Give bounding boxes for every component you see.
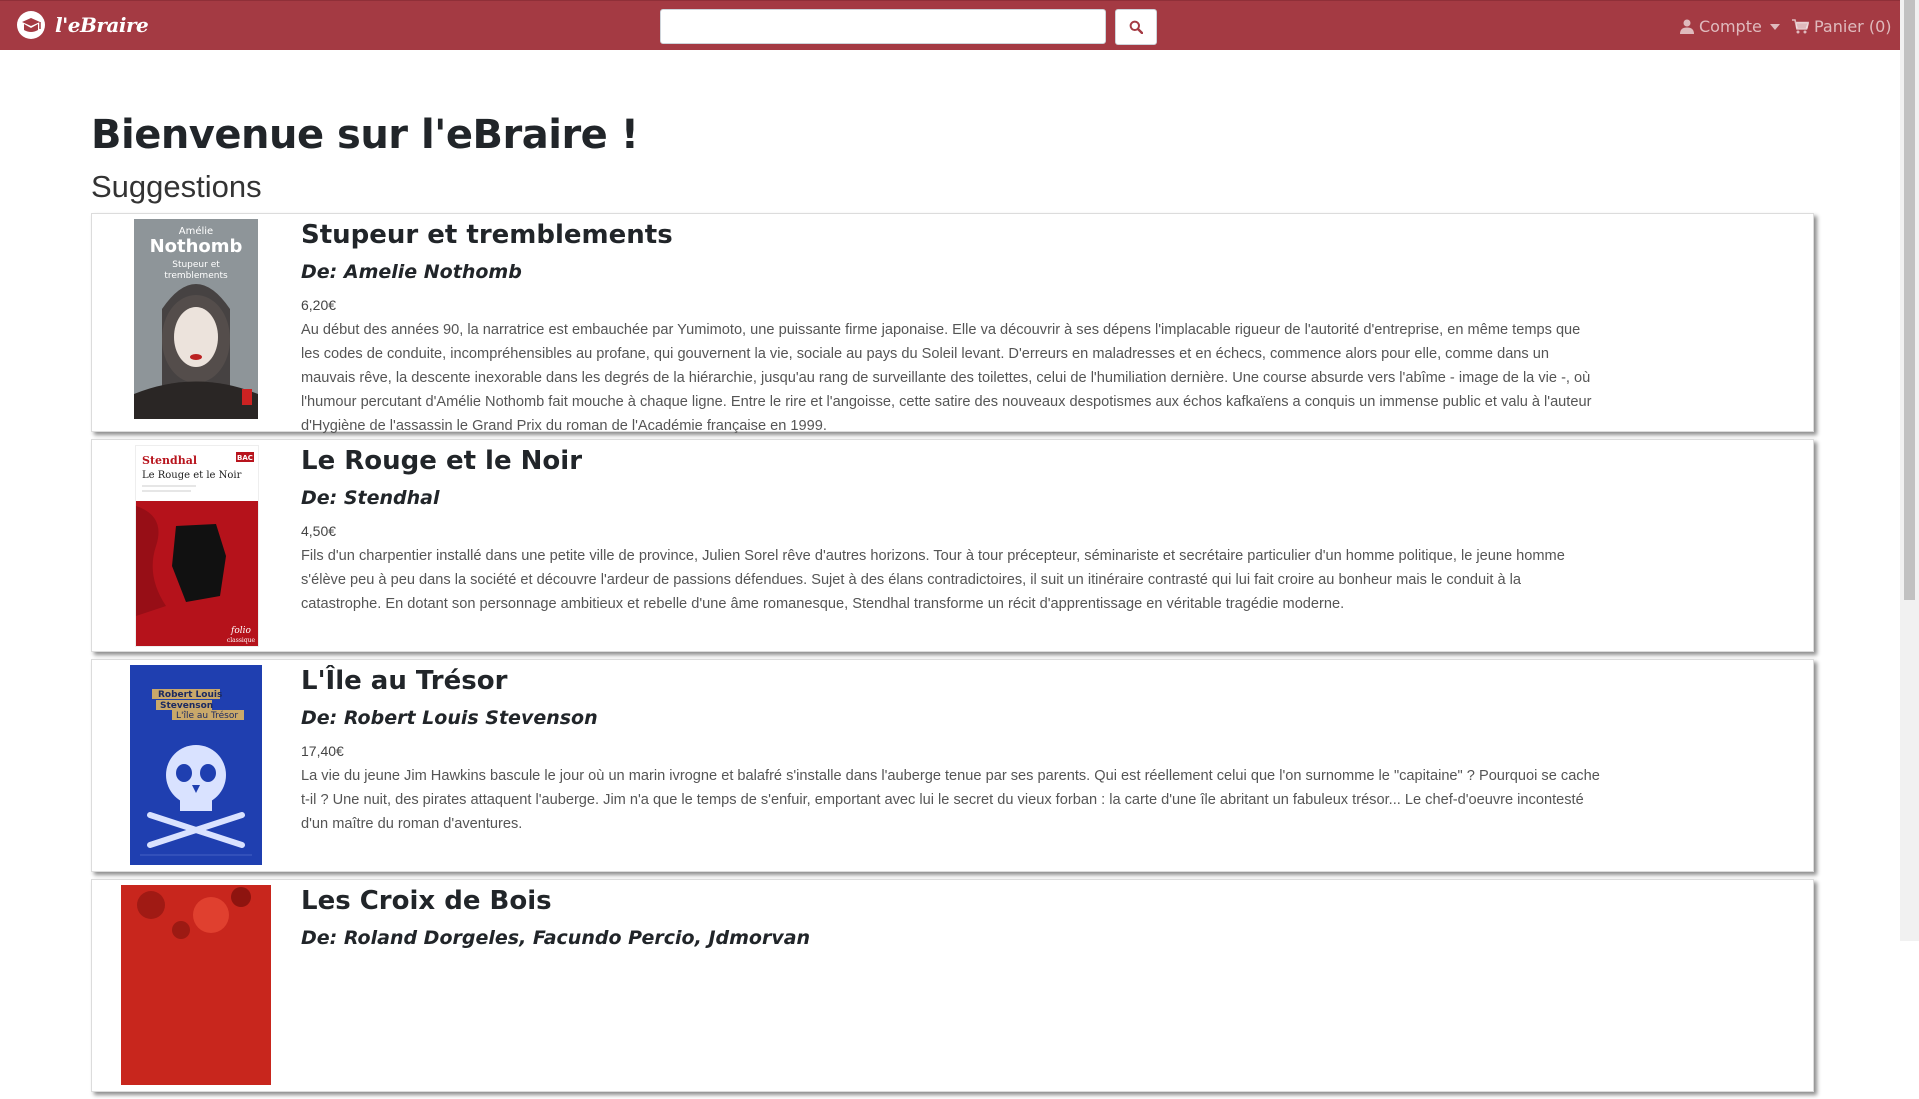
book-cover-image[interactable]: Robert Louis Stevenson L'île au Trésor [130,665,262,865]
cover-title-text: Le Rouge et le Noir [142,470,242,481]
cart-link[interactable]: Panier (0) [1792,17,1892,36]
book-info: L'Île au Trésor De: Robert Louis Stevens… [301,660,1601,836]
book-info: Le Rouge et le Noir De: Stendhal 4,50€ F… [301,440,1601,616]
book-card[interactable]: Stendhal Le Rouge et le Noir BAC folio c… [91,439,1814,652]
book-list: Amélie Nothomb Stupeur et tremblements S… [91,213,1814,1099]
svg-text:classique: classique [227,637,256,644]
search-icon [1129,20,1143,34]
book-title[interactable]: Les Croix de Bois [301,883,1601,919]
page-title: Bienvenue sur l'eBraire ! [91,112,639,158]
cover-author-text: Stendhal [142,454,197,467]
svg-text:Stupeur et: Stupeur et [172,260,220,270]
book-title[interactable]: Stupeur et tremblements [301,217,1601,253]
book-author: De: Robert Louis Stevenson [301,707,598,729]
book-description: La vie du jeune Jim Hawkins bascule le j… [301,768,1600,832]
book-author: De: Amelie Nothomb [301,261,522,283]
cover-art-ile-tresor: Robert Louis Stevenson L'île au Trésor [130,665,262,865]
book-description: Au début des années 90, la narratrice es… [301,322,1592,434]
svg-text:L'île au Trésor: L'île au Trésor [176,710,238,721]
book-title[interactable]: Le Rouge et le Noir [301,443,1601,479]
book-logo-icon [17,11,45,39]
book-description: Fils d'un charpentier installé dans une … [301,548,1565,612]
book-card[interactable]: Amélie Nothomb Stupeur et tremblements S… [91,213,1814,434]
book-cover-image[interactable]: Amélie Nothomb Stupeur et tremblements [134,219,258,419]
section-title: Suggestions [91,169,262,204]
search-button[interactable] [1115,9,1157,45]
top-navbar: l'eBraire Compte Panier (0) [0,0,1900,50]
cart-icon [1792,19,1809,34]
user-icon [1680,19,1694,34]
book-info: Stupeur et tremblements De: Amelie Notho… [301,214,1601,438]
book-info: Les Croix de Bois De: Roland Dorgeles, F… [301,880,1601,951]
book-title[interactable]: L'Île au Trésor [301,663,1601,699]
svg-text:Robert Louis: Robert Louis [158,690,222,700]
cart-label: Panier (0) [1814,17,1892,36]
book-author: De: Roland Dorgeles, Facundo Percio, Jdm… [301,927,811,949]
book-author: De: Stendhal [301,487,440,509]
cover-art-rouge-noir: Stendhal Le Rouge et le Noir BAC folio c… [136,446,258,646]
brand-name: l'eBraire [55,13,149,37]
book-card[interactable]: Les Croix de Bois De: Roland Dorgeles, F… [91,879,1814,1092]
book-price: 17,40€ [301,743,344,759]
chevron-down-icon [1769,23,1780,30]
cover-name-text: Nothomb [150,236,243,257]
svg-text:folio: folio [230,626,252,636]
page-scrollbar[interactable] [1900,0,1919,941]
book-price: 4,50€ [301,523,337,539]
scrollbar-thumb[interactable] [1904,0,1915,600]
book-cover-image[interactable] [121,885,271,1085]
account-label: Compte [1699,17,1762,36]
cover-art-stupeur: Amélie Nothomb Stupeur et tremblements [134,219,258,419]
svg-text:BAC: BAC [237,454,253,462]
cover-art-croix-bois [121,885,271,1085]
brand-link[interactable]: l'eBraire [15,10,149,40]
svg-text:Stevenson: Stevenson [160,701,213,711]
svg-text:tremblements: tremblements [164,271,228,281]
account-dropdown[interactable]: Compte [1680,17,1780,36]
book-card[interactable]: Robert Louis Stevenson L'île au Trésor L… [91,659,1814,872]
search-input[interactable] [660,9,1106,44]
book-cover-image[interactable]: Stendhal Le Rouge et le Noir BAC folio c… [135,445,259,647]
book-price: 6,20€ [301,297,337,313]
